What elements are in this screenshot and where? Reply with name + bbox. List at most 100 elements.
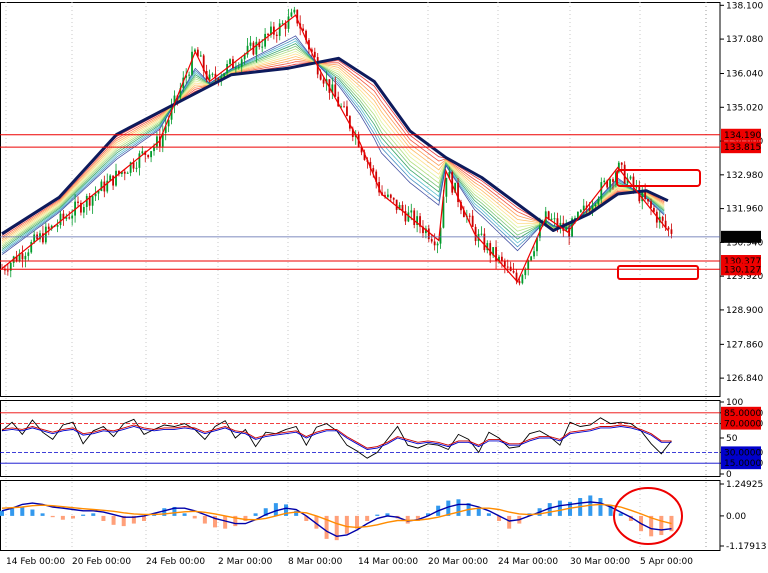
candle-body (56, 225, 59, 227)
candle-body (480, 233, 483, 235)
macd-histogram-bar (101, 515, 106, 522)
macd-histogram-bar (10, 508, 15, 516)
candle-body (100, 181, 103, 191)
macd-histogram-bar (91, 513, 96, 516)
price-tick-label: 136.040 (726, 70, 763, 80)
candle-body (512, 271, 515, 273)
price-level-label: 133.815 (724, 143, 761, 153)
price-tick-label: 135.020 (726, 103, 763, 113)
candle-body (527, 260, 530, 270)
candle-body (223, 73, 226, 77)
macd-histogram-bar (486, 513, 491, 516)
candle-body (85, 195, 88, 208)
candle-body (156, 136, 158, 147)
x-tick-label: 24 Feb 00:00 (146, 557, 205, 567)
candle-body (427, 228, 430, 240)
x-tick-label: 30 Mar 00:00 (570, 557, 630, 567)
candle-body (346, 106, 348, 117)
macd-tick-label: 1.24925 (726, 480, 763, 490)
osc-level-label: 30.0000 (724, 448, 761, 458)
price-tick-label: 137.080 (726, 35, 763, 45)
candle-body (603, 180, 606, 183)
price-tick-label: 132.980 (726, 171, 763, 181)
candle-body (506, 266, 509, 268)
price-tick-label: 126.840 (726, 374, 763, 384)
candle-body (249, 42, 252, 46)
candle-body (521, 275, 524, 284)
candle-body (629, 176, 632, 179)
macd-histogram-bar (20, 506, 25, 516)
price-tick-label: 138.100 (726, 1, 763, 11)
x-tick-label: 24 Mar 00:00 (498, 557, 558, 567)
candle-body (123, 171, 126, 174)
macd-histogram-bar (182, 513, 187, 516)
x-tick-label: 5 Apr 00:00 (640, 557, 693, 567)
candle-body (650, 201, 652, 208)
candle-body (267, 33, 269, 36)
candle-body (647, 198, 649, 202)
candle-body (147, 154, 150, 158)
candle-body (468, 215, 471, 217)
macd-histogram-bar (192, 515, 197, 519)
candle-body (290, 12, 293, 17)
macd-histogram-bar (30, 509, 35, 516)
macd-histogram-bar (162, 508, 167, 516)
macd-tick-label: -1.17913 (726, 542, 766, 552)
price-level-label: 130.127 (724, 265, 761, 275)
candle-body (6, 270, 9, 272)
candle-body (413, 210, 416, 226)
candle-body (489, 243, 492, 256)
candle-body (372, 168, 375, 172)
candle-body (135, 167, 138, 169)
price-level-label: 134.190 (724, 131, 761, 141)
candle-body (68, 217, 71, 219)
candle-body (59, 213, 62, 226)
candle-body (313, 51, 316, 58)
price-tick-label: 128.900 (726, 306, 763, 316)
candle-body (234, 67, 237, 69)
candle-body (211, 73, 214, 75)
candle-body (667, 227, 670, 230)
candle-body (115, 170, 117, 186)
macd-histogram-bar (598, 498, 603, 516)
trading-chart[interactable]: 14 Feb 00:00 20 Feb 00:00 24 Feb 00:00 2 Ma… (0, 0, 768, 569)
candle-body (609, 179, 611, 188)
candle-body (24, 255, 27, 260)
candle-body (293, 9, 296, 13)
candle-body (21, 253, 24, 260)
candle-body (229, 59, 231, 65)
candle-body (261, 46, 264, 48)
candle-body (582, 205, 585, 211)
macd-histogram-bar (111, 515, 116, 525)
candle-body (483, 233, 486, 251)
candle-body (597, 198, 600, 205)
candle-body (612, 179, 614, 182)
candle-body (620, 162, 623, 165)
candle-body (433, 241, 436, 246)
x-tick-label: 8 Mar 00:00 (288, 557, 343, 567)
candle-body (27, 252, 30, 256)
macd-tick-label: 0.00 (726, 512, 746, 522)
candle-body (33, 234, 36, 243)
candle-body (530, 256, 533, 261)
candle-body (395, 199, 398, 210)
candle-body (533, 251, 535, 257)
osc-tick-label: 100 (726, 398, 743, 408)
oscillator-panel (0, 400, 721, 477)
macd-histogram-bar (547, 503, 552, 516)
candle-body (386, 194, 389, 197)
x-tick-label: 2 Mar 00:00 (218, 557, 273, 567)
current-price-label: 131.107 (724, 233, 761, 243)
candle-body (237, 66, 240, 68)
candle-body (77, 201, 79, 203)
candle-body (275, 34, 278, 36)
candle-body (670, 229, 673, 234)
candle-body (82, 207, 85, 213)
x-tick-label: 14 Mar 00:00 (358, 557, 418, 567)
macd-histogram-bar (365, 515, 370, 522)
candle-body (623, 164, 626, 184)
osc-level-label: 85.0000 (724, 409, 761, 419)
candle-body (126, 172, 129, 174)
chart-canvas[interactable]: 14 Feb 00:00 20 Feb 00:00 24 Feb 00:00 2 Ma… (0, 0, 768, 569)
candle-body (430, 239, 433, 242)
